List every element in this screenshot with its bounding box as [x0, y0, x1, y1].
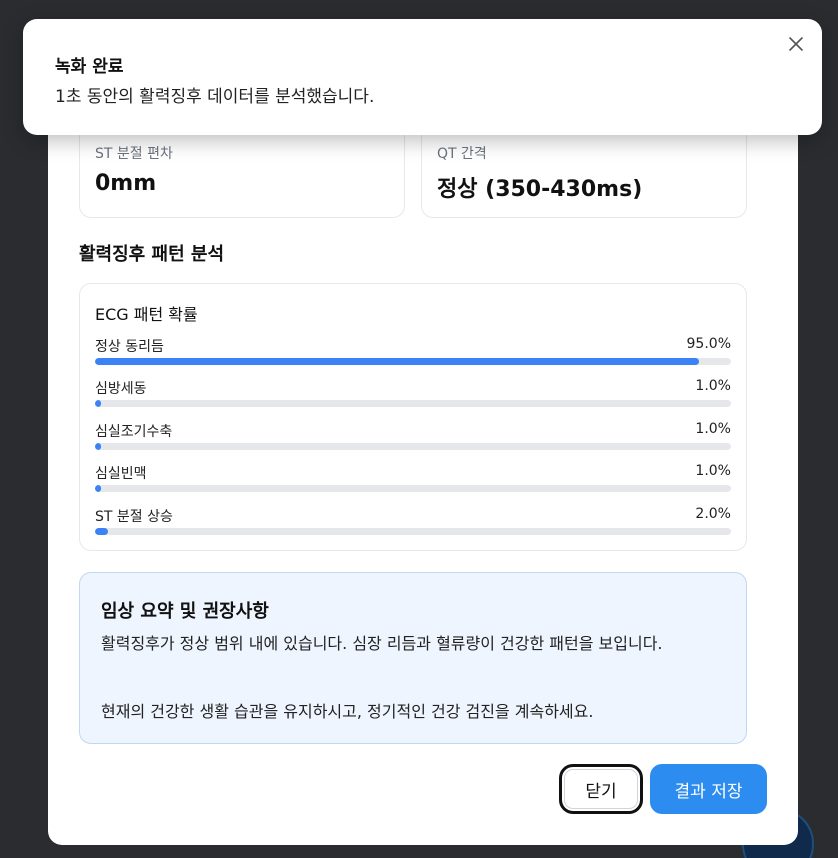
metric-label: ST 분절 편차: [95, 146, 173, 162]
pattern-value: 1.0%: [695, 378, 731, 394]
ecg-pattern-card: ECG 패턴 확률 정상 동리듬 95.0% 심방세동 1.0% 심실조기수축 …: [79, 283, 747, 551]
pattern-row-st-elevation: ST 분절 상승 2.0%: [95, 506, 731, 536]
metric-value: 정상 (350-430ms): [437, 177, 643, 202]
progress-track: [95, 443, 731, 450]
progress-track: [95, 485, 731, 492]
pattern-label: 정상 동리듬: [95, 339, 164, 355]
pattern-label: 심방세동: [95, 381, 147, 397]
progress-fill: [95, 443, 102, 450]
pattern-label: 심실빈맥: [95, 466, 147, 482]
card-title: ECG 패턴 확률: [95, 305, 198, 324]
pattern-row-pvc: 심실조기수축 1.0%: [95, 421, 731, 451]
pattern-label: 심실조기수축: [95, 424, 173, 440]
progress-fill: [95, 400, 102, 407]
pattern-row-vtach: 심실빈맥 1.0%: [95, 463, 731, 493]
section-title: 활력징후 패턴 분석: [79, 244, 225, 265]
pattern-value: 1.0%: [695, 421, 731, 437]
metric-value: 0mm: [95, 171, 157, 196]
analysis-result-dialog: ST 분절 편차 0mm QT 간격 정상 (350-430ms) 활력징후 패…: [48, 60, 798, 845]
progress-fill: [95, 485, 102, 492]
progress-fill: [95, 358, 700, 365]
close-button[interactable]: 닫기: [559, 764, 643, 814]
progress-fill: [95, 528, 108, 535]
progress-track: [95, 358, 731, 365]
pattern-label: ST 분절 상승: [95, 509, 173, 525]
progress-track: [95, 528, 731, 535]
pattern-value: 95.0%: [686, 336, 731, 352]
toast-message: 1초 동안의 활력징후 데이터를 분석했습니다.: [55, 87, 375, 107]
metric-label: QT 간격: [437, 146, 487, 162]
progress-track: [95, 400, 731, 407]
summary-paragraph: 활력징후가 정상 범위 내에 있습니다. 심장 리듬과 혈류량이 건강한 패턴을…: [101, 634, 663, 653]
close-icon[interactable]: [786, 34, 806, 54]
toast-title: 녹화 완료: [55, 57, 124, 77]
summary-paragraph: 현재의 건강한 생활 습관을 유지하시고, 정기적인 건강 검진을 계속하세요.: [101, 702, 594, 721]
pattern-row-normal-sinus: 정상 동리듬 95.0%: [95, 336, 731, 366]
pattern-value: 2.0%: [695, 506, 731, 522]
summary-title: 임상 요약 및 권장사항: [101, 601, 269, 622]
pattern-value: 1.0%: [695, 463, 731, 479]
recording-complete-toast: 녹화 완료 1초 동안의 활력징후 데이터를 분석했습니다.: [23, 19, 822, 135]
pattern-row-afib: 심방세동 1.0%: [95, 378, 731, 408]
clinical-summary-panel: 임상 요약 및 권장사항 활력징후가 정상 범위 내에 있습니다. 심장 리듬과…: [79, 572, 747, 744]
save-results-button[interactable]: 결과 저장: [650, 764, 767, 814]
